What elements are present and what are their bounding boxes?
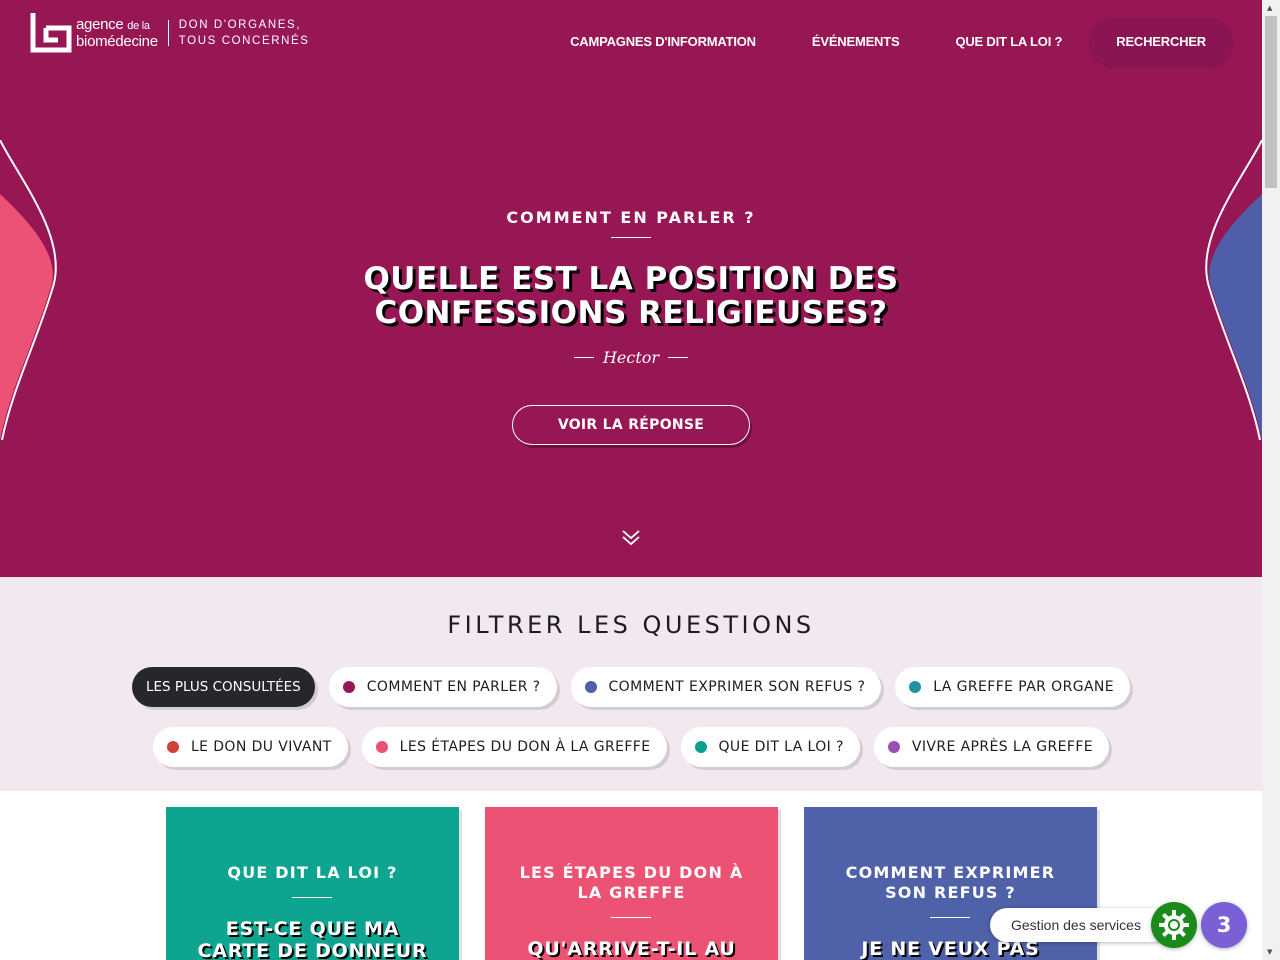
agency-name-small: de la	[127, 19, 150, 32]
filter-label: LA GREFFE PAR ORGANE	[933, 679, 1115, 695]
see-answer-button[interactable]: VOIR LA RÉPONSE	[512, 405, 750, 445]
question-cards: QUE DIT LA LOI ? EST-CE QUE MA CARTE DE …	[166, 807, 1123, 960]
divider	[573, 357, 594, 358]
filter-living-donation[interactable]: LE DON DU VIVANT	[152, 727, 348, 767]
gear-icon[interactable]	[1151, 902, 1197, 948]
category-dot-icon	[694, 741, 707, 753]
card-category: LES ÉTAPES DU DON À LA GREFFE	[519, 863, 744, 902]
filter-label: LES PLUS CONSULTÉES	[145, 679, 301, 695]
question-card[interactable]: QUE DIT LA LOI ? EST-CE QUE MA CARTE DE …	[166, 807, 459, 960]
category-dot-icon	[342, 681, 355, 693]
tagline-line: DON D'ORGANES,	[178, 19, 302, 31]
divider	[668, 357, 689, 358]
filter-label: COMMENT EN PARLER ?	[366, 679, 541, 695]
hero-title: QUELLE EST LA POSITION DES CONFESSIONS R…	[0, 262, 1262, 330]
nav-law[interactable]: QUE DIT LA LOI ?	[955, 18, 1062, 66]
filter-row: LE DON DU VIVANT LES ÉTAPES DU DON À LA …	[0, 727, 1262, 767]
agency-name-line: agence	[76, 15, 124, 33]
category-dot-icon	[909, 681, 922, 693]
agency-name-line: biomédecine	[76, 32, 158, 50]
hero-author: Hector	[0, 348, 1262, 367]
divider	[930, 917, 970, 918]
hero-category: COMMENT EN PARLER ?	[506, 208, 756, 227]
divider	[292, 897, 332, 898]
divider	[611, 237, 651, 238]
hero-content: COMMENT EN PARLER ? QUELLE EST LA POSITI…	[0, 208, 1262, 445]
filter-law[interactable]: QUE DIT LA LOI ?	[680, 727, 860, 767]
category-dot-icon	[375, 741, 388, 753]
nav-campaigns[interactable]: CAMPAGNES D'INFORMATION	[570, 18, 756, 66]
agency-logo-icon	[30, 12, 72, 54]
category-dot-icon	[584, 681, 597, 693]
filter-most-viewed[interactable]: LES PLUS CONSULTÉES	[131, 667, 315, 707]
category-dot-icon	[887, 741, 900, 753]
main-nav: CAMPAGNES D'INFORMATION ÉVÉNEMENTS QUE D…	[514, 18, 1232, 66]
divider	[167, 20, 169, 46]
site-logo[interactable]: agence de la biomédecine DON D'ORGANES, …	[30, 12, 310, 54]
tagline-line: TOUS CONCERNÉS	[178, 35, 310, 47]
hero-title-line: QUELLE EST LA POSITION DES	[363, 261, 899, 297]
divider	[611, 917, 651, 918]
filter-label: VIVRE APRÈS LA GREFFE	[911, 739, 1094, 755]
filter-life-after-transplant[interactable]: VIVRE APRÈS LA GREFFE	[873, 727, 1110, 767]
card-category: COMMENT EXPRIMER SON REFUS ?	[845, 863, 1056, 902]
scroll-down-arrow-icon[interactable]: ▼	[1267, 948, 1272, 956]
question-card[interactable]: LES ÉTAPES DU DON À LA GREFFE QU'ARRIVE-…	[485, 807, 778, 960]
category-dot-icon	[166, 741, 179, 753]
filter-label: QUE DIT LA LOI ?	[718, 739, 844, 755]
filter-donation-steps[interactable]: LES ÉTAPES DU DON À LA GREFFE	[361, 727, 667, 767]
card-question: QU'ARRIVE-T-IL AU	[501, 938, 762, 960]
card-question-line: EST-CE QUE MA	[225, 918, 400, 940]
filter-row: LES PLUS CONSULTÉES COMMENT EN PARLER ? …	[0, 667, 1262, 707]
scroll-up-arrow-icon[interactable]: ▲	[1267, 4, 1272, 12]
page-scrollbar[interactable]: ▲ ▼	[1262, 0, 1280, 960]
agency-name: agence de la biomédecine	[76, 15, 158, 50]
card-category: QUE DIT LA LOI ?	[227, 863, 398, 882]
filter-label: COMMENT EXPRIMER SON REFUS ?	[608, 679, 866, 695]
filter-title: FILTRER LES QUESTIONS	[447, 611, 815, 639]
site-tagline: DON D'ORGANES, TOUS CONCERNÉS	[179, 17, 310, 49]
card-question-line: CARTE DE DONNEUR	[197, 940, 428, 960]
scrollbar-thumb[interactable]	[1265, 16, 1277, 188]
site-header: agence de la biomédecine DON D'ORGANES, …	[0, 0, 1262, 80]
cookie-services-button[interactable]: Gestion des services	[990, 908, 1170, 942]
hero-title-line: CONFESSIONS RELIGIEUSES?	[374, 295, 888, 331]
card-question-line: QU'ARRIVE-T-IL AU	[527, 938, 736, 960]
filter-express-refusal[interactable]: COMMENT EXPRIMER SON REFUS ?	[570, 667, 882, 707]
cookie-count-badge[interactable]: 3	[1201, 902, 1247, 948]
card-question: EST-CE QUE MA CARTE DE DONNEUR	[182, 918, 443, 960]
author-name: Hector	[602, 348, 660, 367]
filter-label: LES ÉTAPES DU DON À LA GREFFE	[399, 739, 651, 755]
filter-label: LE DON DU VIVANT	[190, 739, 332, 755]
search-button[interactable]: RECHERCHER	[1090, 18, 1232, 66]
filter-how-to-talk[interactable]: COMMENT EN PARLER ?	[328, 667, 557, 707]
hero-section: COMMENT EN PARLER ? QUELLE EST LA POSITI…	[0, 0, 1262, 577]
nav-events[interactable]: ÉVÉNEMENTS	[812, 18, 900, 66]
filter-section: FILTRER LES QUESTIONS LES PLUS CONSULTÉE…	[0, 577, 1262, 791]
filter-transplant-by-organ[interactable]: LA GREFFE PAR ORGANE	[895, 667, 1131, 707]
double-chevron-down-icon[interactable]	[621, 528, 641, 548]
